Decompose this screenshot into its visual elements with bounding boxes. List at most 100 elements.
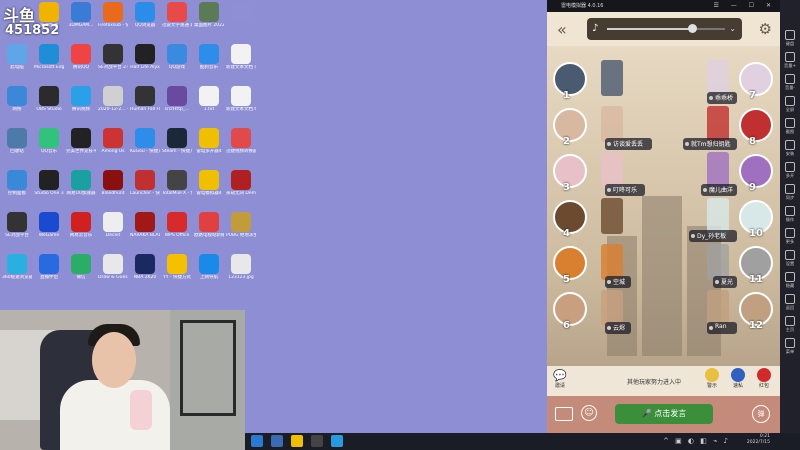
desktop-icon[interactable]: 迅捷视频转换器 xyxy=(226,128,256,154)
player-seat-5[interactable]: 5 xyxy=(553,246,587,285)
desktop-icon[interactable]: WPS Office xyxy=(162,212,192,238)
desktop-icon[interactable]: 永劫无间 Demo xyxy=(226,170,256,196)
desktop-icon[interactable]: YY - 快捷方式 xyxy=(162,254,192,280)
side-toolbar-button[interactable]: 主页 xyxy=(780,316,800,332)
desktop-icon[interactable]: 腾讯QQ xyxy=(66,44,96,70)
desktop-icon[interactable]: 雷电多开器4 xyxy=(194,128,224,154)
volume-slider[interactable] xyxy=(607,24,725,33)
desktop-icon[interactable]: NARAKA BLADEPOI... xyxy=(130,212,160,238)
desktop-icon[interactable]: SE对战平台 xyxy=(2,212,32,238)
private-chat-button[interactable]: 速私 xyxy=(729,368,747,389)
desktop-icon[interactable]: SE对战平台 2.0 xyxy=(98,44,128,70)
desktop-icon[interactable]: TotalMixFX - 快捷方式 xyxy=(162,170,192,196)
desktop-icon[interactable]: Among Us xyxy=(98,128,128,154)
danmu-button[interactable]: 弹 xyxy=(752,405,770,423)
desktop-icon[interactable]: Firefoxsub - 快捷方式 xyxy=(98,2,128,28)
side-toolbar-button[interactable]: 音量+ xyxy=(780,52,800,68)
speak-button[interactable]: 🎤 点击发言 xyxy=(615,404,713,424)
desktop-icon[interactable]: Deceit xyxy=(98,212,128,238)
desktop-icon[interactable]: 雷神加速 xyxy=(34,2,64,28)
desktop-icon[interactable]: 网易UU加速器 xyxy=(66,170,96,196)
desktop-icon[interactable]: 回收站 xyxy=(2,128,32,154)
taskbar-app-4[interactable] xyxy=(331,435,343,447)
player-seat-6[interactable]: 6 xyxy=(553,292,587,331)
tray-icons[interactable]: ^ ▣ ◐ ◧ ⌁ ♪ xyxy=(663,437,730,445)
desktop-icon[interactable]: Studio One 3 xyxy=(34,170,64,196)
desktop-icon[interactable]: srcrHttp_... xyxy=(162,86,192,112)
volume-knob[interactable] xyxy=(687,24,697,33)
player-seat-11[interactable]: 11 xyxy=(739,246,773,285)
desktop-icon[interactable]: 酷狗音乐 xyxy=(194,44,224,70)
desktop-icon[interactable]: Bloodhunt xyxy=(98,170,128,196)
desktop-icon[interactable]: QQ游戏 xyxy=(162,44,192,70)
desktop-icon[interactable]: 新建文本文档 (2).txt xyxy=(226,44,256,70)
warning-button[interactable]: 警示 xyxy=(703,368,721,389)
desktop-icon[interactable]: QQ音乐 xyxy=(34,128,64,154)
side-toolbar-button[interactable]: 设置 xyxy=(780,250,800,266)
desktop-icon[interactable]: KuGou - 快捷方式 xyxy=(130,128,160,154)
desktop-icon[interactable]: 迅雷文字速通 辅助软件 xyxy=(162,2,192,28)
side-toolbar-button[interactable]: 操作 xyxy=(780,206,800,222)
taskbar-app-3[interactable] xyxy=(311,435,323,447)
desktop-icon[interactable]: 腾讯视频 xyxy=(66,86,96,112)
red-packet-button[interactable]: 红包 xyxy=(755,368,773,389)
player-seat-7[interactable]: 7 xyxy=(739,62,773,101)
taskbar-app-1[interactable] xyxy=(271,435,283,447)
desktop-icon[interactable] xyxy=(226,2,256,23)
gear-icon[interactable]: ⚙ xyxy=(759,20,772,38)
player-seat-2[interactable]: 2 xyxy=(553,108,587,147)
desktop-icon[interactable]: Half Life Alyx xyxy=(130,44,160,70)
desktop-icon[interactable]: 3DMGAM... xyxy=(66,2,96,28)
desktop-icon[interactable]: 控制面板 xyxy=(2,170,32,196)
desktop-icon[interactable]: 2020-12-2... - 快捷方式 xyxy=(98,86,128,112)
desktop-icon[interactable]: 微信 xyxy=(66,254,96,280)
chevron-down-icon[interactable]: ⌄ xyxy=(729,24,736,33)
desktop-icon[interactable]: 上网导航 xyxy=(194,254,224,280)
emoji-icon[interactable]: ☺ xyxy=(581,405,597,421)
invite-button[interactable]: 💬 邀请 xyxy=(553,369,567,389)
player-seat-4[interactable]: 4 xyxy=(553,200,587,239)
desktop-icon[interactable]: QQ浏览器 xyxy=(130,2,160,28)
desktop-icon[interactable]: Human Fall Flat xyxy=(130,86,160,112)
side-toolbar-button[interactable]: 全屏 xyxy=(780,96,800,112)
side-toolbar-button[interactable]: 菜单 xyxy=(780,338,800,354)
back-icon[interactable]: « xyxy=(557,20,567,39)
side-toolbar-button[interactable]: 隐藏 xyxy=(780,272,800,288)
tray-clock[interactable]: 0:21 2022/7/15 xyxy=(747,434,770,446)
desktop-icon[interactable]: 1.txt xyxy=(194,86,224,112)
desktop-icon[interactable]: 123123.jpg xyxy=(226,254,256,280)
desktop-icon[interactable]: Steam - 快捷方式 xyxy=(162,128,192,154)
desktop-icon[interactable]: 360极速浏览器 xyxy=(2,254,32,280)
desktop-icon[interactable]: Launcher - 快捷方式 xyxy=(130,170,160,196)
side-toolbar-button[interactable]: 多开 xyxy=(780,162,800,178)
desktop-icon[interactable]: 完美世界竞技平台 xyxy=(66,128,96,154)
player-seat-9[interactable]: 9 xyxy=(739,154,773,193)
taskbar-app-emulator[interactable] xyxy=(291,435,303,447)
desktop-icon[interactable]: 雷电模拟器4 xyxy=(194,170,224,196)
desktop-icon[interactable]: 网易云音乐 xyxy=(66,212,96,238)
desktop-icon[interactable]: 桌面图片 2022012... xyxy=(194,2,224,28)
player-seat-12[interactable]: 12 xyxy=(739,292,773,331)
start-button[interactable] xyxy=(251,435,263,447)
player-seat-8[interactable]: 8 xyxy=(739,108,773,147)
side-toolbar-button[interactable]: 安装 xyxy=(780,140,800,156)
desktop-icon[interactable]: 新建文本文档.txt xyxy=(226,86,256,112)
desktop-icon[interactable]: 网络 xyxy=(2,86,32,112)
side-toolbar-button[interactable]: 音量- xyxy=(780,74,800,90)
desktop-icon[interactable]: PUBG 绝地求生 xyxy=(226,212,256,238)
side-toolbar-button[interactable]: 同步 xyxy=(780,184,800,200)
desktop-icon[interactable]: WeGame xyxy=(34,212,64,238)
desktop-icon[interactable]: NBA 2K20 xyxy=(130,254,160,280)
keyboard-icon[interactable] xyxy=(555,407,573,421)
player-seat-1[interactable]: 1 xyxy=(553,62,587,101)
side-toolbar-button[interactable]: 键盘 xyxy=(780,30,800,46)
desktop-icon[interactable]: 直播伴侣 xyxy=(34,254,64,280)
side-toolbar-button[interactable]: 返回 xyxy=(780,294,800,310)
side-toolbar-button[interactable]: 截图 xyxy=(780,118,800,134)
player-seat-3[interactable]: 3 xyxy=(553,154,587,193)
desktop-icon[interactable]: Draw & Guess xyxy=(98,254,128,280)
desktop-icon[interactable]: OBS Studio xyxy=(34,86,64,112)
side-toolbar-button[interactable]: 更多 xyxy=(780,228,800,244)
window-controls[interactable]: ☰ — ☐ ✕ xyxy=(713,0,776,12)
desktop-icon[interactable]: 欧路电视站新播器 xyxy=(194,212,224,238)
